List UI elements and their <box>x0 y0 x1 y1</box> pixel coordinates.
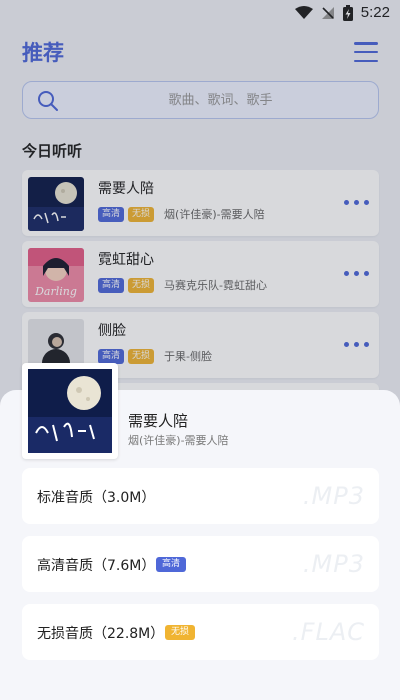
lossless-badge: 无损 <box>165 625 196 640</box>
quality-option-label: 无损音质（22.8M） <box>37 626 165 642</box>
format-watermark: .MP3 <box>302 482 365 510</box>
sheet-album-cover <box>22 363 118 459</box>
format-watermark: .MP3 <box>302 550 365 578</box>
quality-option-lossless[interactable]: 无损音质（22.8M） 无损 .FLAC <box>22 604 379 660</box>
format-watermark: .FLAC <box>292 618 365 646</box>
sheet-song-title: 需要人陪 <box>128 412 189 430</box>
quality-option-hd[interactable]: 高清音质（7.6M） 高清 .MP3 <box>22 536 379 592</box>
quality-bottom-sheet: 需要人陪 烟(许佳豪)-需要人陪 标准音质（3.0M） .MP3 高清音质（7.… <box>0 363 400 700</box>
hd-badge: 高清 <box>156 557 187 572</box>
quality-option-label: 高清音质（7.6M） <box>37 558 156 574</box>
sheet-song-artist: 烟(许佳豪)-需要人陪 <box>128 434 229 447</box>
quality-option-standard[interactable]: 标准音质（3.0M） .MP3 <box>22 468 379 524</box>
quality-option-label: 标准音质（3.0M） <box>37 490 156 506</box>
